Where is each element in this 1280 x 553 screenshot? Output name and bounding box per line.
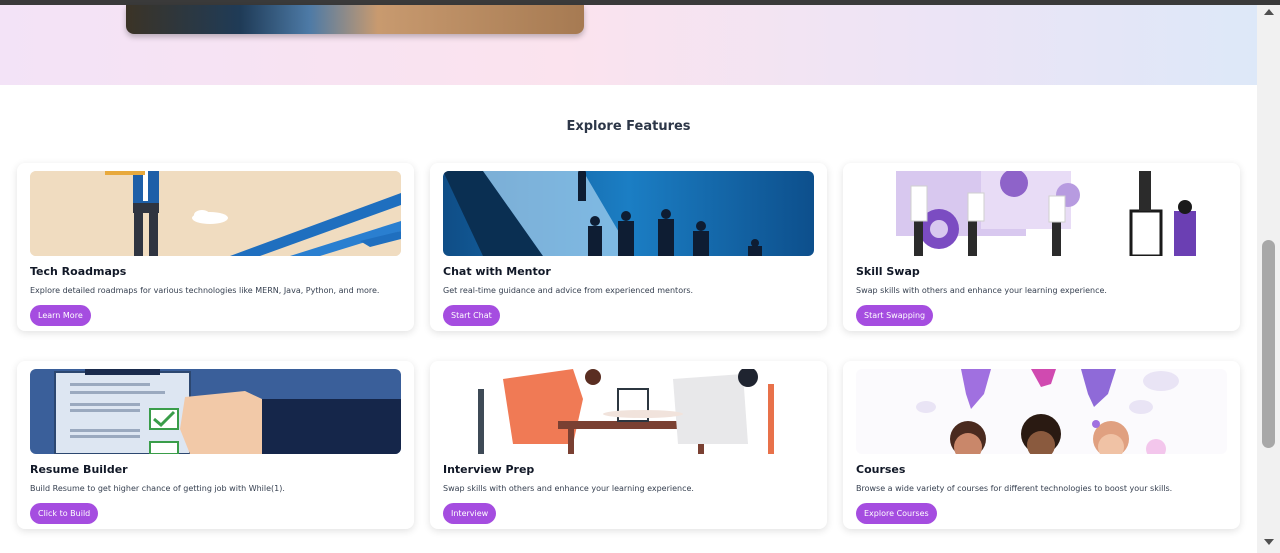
feature-card-resume-builder: Resume Builder Build Resume to get highe… bbox=[17, 361, 414, 529]
card-description: Explore detailed roadmaps for various te… bbox=[30, 286, 380, 295]
hero-laptop-image bbox=[126, 5, 584, 34]
chat-mentor-illustration bbox=[443, 171, 814, 256]
resume-builder-illustration bbox=[30, 369, 401, 454]
feature-card-skill-swap: Skill Swap Swap skills with others and e… bbox=[843, 163, 1240, 331]
feature-card-chat-with-mentor: Chat with Mentor Get real-time guidance … bbox=[430, 163, 827, 331]
start-chat-button[interactable]: Start Chat bbox=[443, 305, 500, 326]
feature-card-tech-roadmaps: Tech Roadmaps Explore detailed roadmaps … bbox=[17, 163, 414, 331]
learn-more-button[interactable]: Learn More bbox=[30, 305, 91, 326]
card-title: Skill Swap bbox=[856, 265, 920, 278]
card-title: Interview Prep bbox=[443, 463, 535, 476]
scrollbar-thumb[interactable] bbox=[1262, 240, 1275, 448]
scroll-down-arrow-icon[interactable] bbox=[1264, 539, 1274, 545]
tech-roadmaps-illustration bbox=[30, 171, 401, 256]
card-title: Chat with Mentor bbox=[443, 265, 551, 278]
interview-prep-illustration bbox=[443, 369, 814, 454]
scroll-up-arrow-icon[interactable] bbox=[1264, 9, 1274, 15]
explore-courses-button[interactable]: Explore Courses bbox=[856, 503, 937, 524]
card-description: Swap skills with others and enhance your… bbox=[856, 286, 1107, 295]
interview-button[interactable]: Interview bbox=[443, 503, 497, 524]
section-title: Explore Features bbox=[566, 119, 691, 134]
card-description: Build Resume to get higher chance of get… bbox=[30, 484, 285, 493]
courses-illustration bbox=[856, 369, 1227, 454]
card-title: Resume Builder bbox=[30, 463, 128, 476]
card-title: Tech Roadmaps bbox=[30, 265, 127, 278]
click-to-build-button[interactable]: Click to Build bbox=[30, 503, 99, 524]
skill-swap-illustration bbox=[856, 171, 1227, 256]
card-description: Swap skills with others and enhance your… bbox=[443, 484, 694, 493]
card-description: Get real-time guidance and advice from e… bbox=[443, 286, 694, 295]
card-description: Browse a wide variety of courses for dif… bbox=[856, 484, 1173, 493]
start-swapping-button[interactable]: Start Swapping bbox=[856, 305, 934, 326]
card-title: Courses bbox=[856, 463, 906, 476]
hero-banner bbox=[0, 5, 1257, 85]
feature-card-interview-prep: Interview Prep Swap skills with others a… bbox=[430, 361, 827, 529]
feature-card-courses: Courses Browse a wide variety of courses… bbox=[843, 361, 1240, 529]
